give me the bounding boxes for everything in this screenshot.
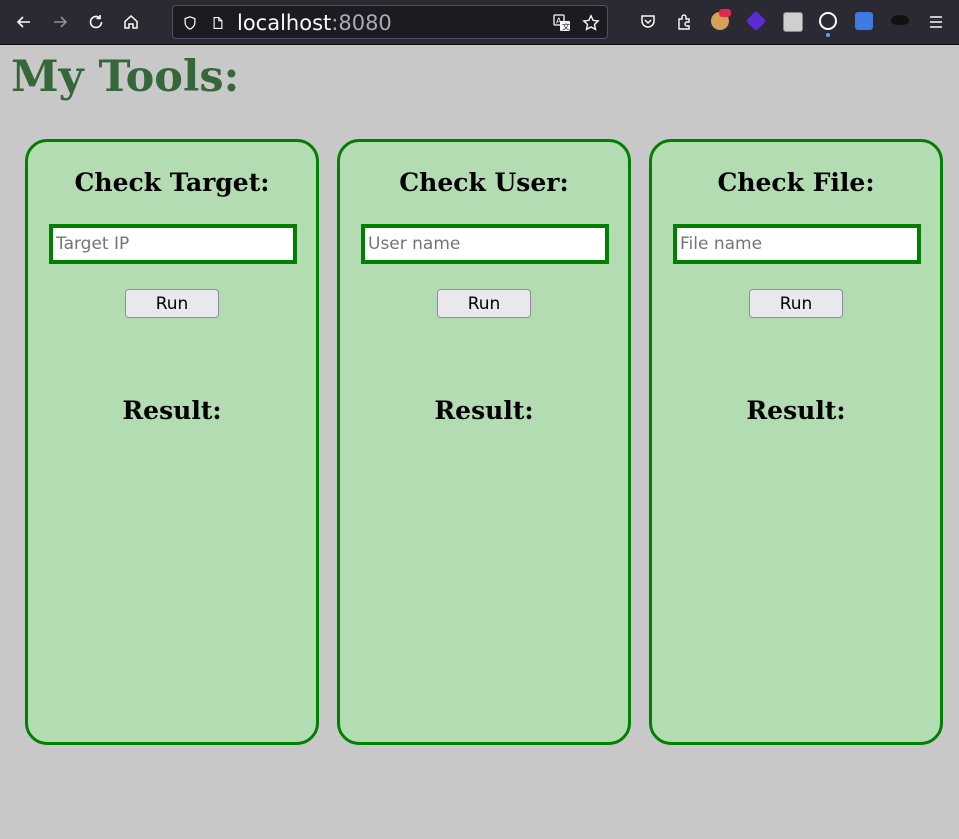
card-title: Check File: [717,168,875,197]
run-user-button[interactable]: Run [437,289,531,318]
menu-icon[interactable] [920,6,952,38]
extension-chart-icon[interactable] [783,12,803,32]
pocket-icon[interactable] [632,6,664,38]
translate-icon[interactable]: A文 [553,14,571,32]
cookie-icon[interactable] [819,12,837,30]
file-name-input[interactable] [673,224,921,264]
card-title: Check User: [399,168,569,197]
translate-extension-icon[interactable] [855,12,873,30]
check-target-card: Check Target: Run Result: [25,139,319,745]
extension-cube-icon[interactable] [745,10,767,32]
card-title: Check Target: [74,168,270,197]
url-bar[interactable]: localhost:8080 A文 [172,5,608,39]
hat-icon[interactable] [891,15,909,25]
check-file-card: Check File: Run Result: [649,139,943,745]
url-text[interactable]: localhost:8080 [237,11,392,35]
run-target-button[interactable]: Run [125,289,219,318]
bookmark-star-icon[interactable] [582,14,600,32]
notification-badge [719,9,731,17]
page-icon[interactable] [209,14,227,32]
user-name-input[interactable] [361,224,609,264]
result-heading: Result: [746,396,846,425]
page-title: My Tools: [11,52,240,102]
reload-icon[interactable] [80,6,112,38]
result-heading: Result: [122,396,222,425]
extensions-icon[interactable] [668,6,700,38]
active-dot [826,33,830,37]
svg-text:文: 文 [562,22,570,32]
run-file-button[interactable]: Run [749,289,843,318]
home-icon[interactable] [115,6,147,38]
browser-toolbar: localhost:8080 A文 [0,0,959,45]
shield-icon[interactable] [181,14,199,32]
check-user-card: Check User: Run Result: [337,139,631,745]
result-heading: Result: [434,396,534,425]
forward-icon[interactable] [44,6,76,38]
back-icon[interactable] [8,6,40,38]
target-ip-input[interactable] [49,224,297,264]
